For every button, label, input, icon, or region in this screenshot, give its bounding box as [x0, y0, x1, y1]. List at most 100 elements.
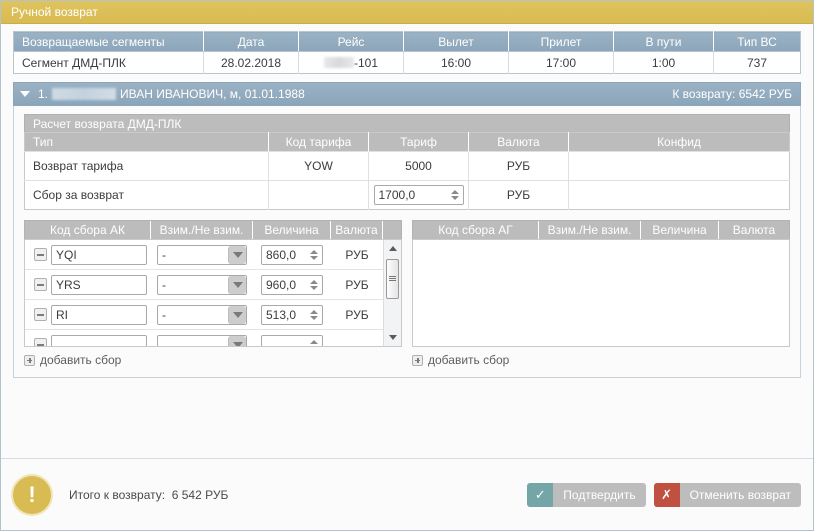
scroll-down-icon[interactable] — [384, 329, 401, 346]
col-header-ak-value: Величина — [253, 220, 331, 240]
col-header-ag-currency: Валюта — [732, 222, 776, 237]
ak-value-stepper-1[interactable] — [261, 274, 323, 295]
ak-charge-select-3[interactable] — [157, 334, 247, 346]
col-header-ag-charge: Взим./Не взим. — [539, 220, 641, 240]
total-refund: Итого к возврату: 6 542 РУБ — [69, 488, 228, 502]
ak-charge-select-2[interactable]: - — [157, 304, 247, 325]
fees-ak-scrollbar[interactable] — [383, 240, 401, 346]
fees-ag-rows — [413, 240, 789, 346]
ak-code-input-0[interactable] — [51, 244, 147, 265]
table-row[interactable] — [25, 330, 383, 346]
chevron-down-icon[interactable] — [228, 275, 246, 294]
scrollbar-thumb[interactable] — [386, 259, 399, 299]
add-fee-ag-button[interactable]: добавить сбор — [412, 353, 509, 367]
ak-code-input-1[interactable] — [51, 274, 147, 295]
table-row[interactable]: - РУБ — [25, 240, 383, 270]
check-icon: ✓ — [527, 482, 554, 507]
scroll-up-icon[interactable] — [384, 240, 401, 257]
ak-charge-cell-1: - — [151, 270, 253, 299]
cell-departure: 16:00 — [403, 51, 509, 74]
ak-code-input-2[interactable] — [51, 304, 147, 325]
refund-fee-stepper[interactable] — [373, 185, 464, 205]
ak-value-cell-2 — [253, 300, 331, 329]
window-footer: ! Итого к возврату: 6 542 РУБ ✓ Подтверд… — [1, 458, 813, 530]
passenger-index: 1. — [38, 87, 49, 101]
fees-ag-block: Код сбора АГ Взим./Не взим. Величина Вал… — [412, 220, 790, 367]
ak-value-input-1[interactable] — [262, 275, 306, 294]
ak-currency-cell-0: РУБ — [345, 247, 369, 262]
ak-value-input-2[interactable] — [262, 305, 306, 324]
add-fee-ak-label: добавить сбор — [40, 353, 122, 367]
chevron-down-icon[interactable] — [228, 305, 246, 324]
ak-value-cell-0 — [253, 240, 331, 269]
cell-arrival: 17:00 — [508, 51, 614, 74]
table-row[interactable]: - РУБ — [25, 270, 383, 300]
total-refund-label: Итого к возврату: — [69, 487, 166, 502]
plus-icon — [24, 354, 35, 366]
col-header-confid: Конфид — [568, 132, 790, 152]
cell-fare-code: YOW — [268, 151, 369, 181]
cell-type-fare-refund: Возврат тарифа — [24, 151, 269, 181]
ak-charge-select-0[interactable]: - — [157, 244, 247, 265]
col-header-date: Дата — [203, 31, 299, 52]
stepper-arrows[interactable] — [306, 246, 322, 264]
stepper-arrows[interactable] — [306, 336, 322, 346]
fees-ak-body: - РУБ — [24, 239, 402, 347]
chevron-down-icon[interactable] — [228, 335, 246, 346]
remove-fee-icon[interactable] — [34, 338, 47, 346]
ak-code-cell-1 — [25, 270, 151, 299]
calculation-table: Тип Код тарифа Тариф Валюта Конфид Возвр… — [24, 132, 790, 210]
stepper-arrows[interactable] — [306, 306, 322, 324]
ak-value-stepper-3[interactable] — [261, 334, 323, 346]
ak-value-input-0[interactable] — [262, 245, 306, 264]
ak-value-input-3[interactable] — [262, 335, 306, 346]
ak-value-stepper-0[interactable] — [261, 244, 323, 265]
table-row[interactable]: Сегмент ДМД-ПЛК 28.02.2018 -101 16:00 17… — [13, 51, 801, 74]
chevron-down-icon[interactable] — [228, 245, 246, 264]
passenger-header[interactable]: 1. ИВАН ИВАНОВИЧ, м, 01.01.1988 К возвра… — [13, 82, 801, 106]
fees-ak-header: Код сбора АК Взим./Не взим. Величина Вал… — [24, 220, 402, 240]
col-header-flight: Рейс — [298, 31, 404, 52]
add-fee-ak-button[interactable]: добавить сбор — [24, 353, 121, 367]
remove-fee-icon[interactable] — [34, 308, 47, 321]
cancel-refund-button-label: Отменить возврат — [679, 482, 801, 507]
col-header-fare-code: Код тарифа — [268, 132, 369, 152]
chevron-down-icon[interactable] — [20, 91, 30, 97]
stepper-arrows[interactable] — [306, 276, 322, 294]
ak-value-cell-1 — [253, 270, 331, 299]
ak-value-cell-3 — [253, 330, 331, 346]
table-row[interactable]: - РУБ — [25, 300, 383, 330]
col-header-ag-value: Величина — [641, 220, 719, 240]
add-fee-ag-label: добавить сбор — [428, 353, 510, 367]
cross-icon: ✗ — [653, 482, 680, 507]
table-row: Возврат тарифа YOW 5000 РУБ — [24, 151, 790, 181]
refund-fee-input[interactable] — [374, 186, 447, 204]
cell-type-refund-fee: Сбор за возврат — [24, 180, 269, 210]
total-refund-value: 6 542 РУБ — [171, 487, 229, 502]
stepper-arrows[interactable] — [447, 186, 463, 204]
confirm-button[interactable]: ✓ Подтвердить — [527, 482, 646, 507]
ak-currency-cell-2: РУБ — [345, 307, 369, 322]
remove-fee-icon[interactable] — [34, 248, 47, 261]
remove-fee-icon[interactable] — [34, 278, 47, 291]
cell-fare-amount: 5000 — [368, 151, 469, 181]
col-header-arrival: Прилет — [508, 31, 614, 52]
ak-code-cell-3 — [25, 330, 151, 346]
ak-charge-cell-0: - — [151, 240, 253, 269]
ak-value-stepper-2[interactable] — [261, 304, 323, 325]
cell-confid — [568, 180, 790, 210]
ak-currency-cell-1: РУБ — [345, 277, 369, 292]
cancel-refund-button[interactable]: ✗ Отменить возврат — [653, 482, 801, 507]
ak-charge-select-1[interactable]: - — [157, 274, 247, 295]
plus-icon — [412, 354, 423, 366]
col-header-fare: Тариф — [368, 132, 469, 152]
flight-number: -101 — [353, 55, 379, 70]
cell-duration: 1:00 — [613, 51, 714, 74]
window-titlebar: Ручной возврат — [1, 1, 813, 24]
fees-section: Код сбора АК Взим./Не взим. Величина Вал… — [24, 220, 790, 367]
table-row: Сбор за возврат РУБ — [24, 180, 790, 210]
fees-ag-body — [412, 239, 790, 347]
fees-ag-header: Код сбора АГ Взим./Не взим. Величина Вал… — [412, 220, 790, 240]
cell-segment: Сегмент ДМД-ПЛК — [13, 51, 204, 74]
ak-code-input-3[interactable] — [51, 334, 147, 346]
